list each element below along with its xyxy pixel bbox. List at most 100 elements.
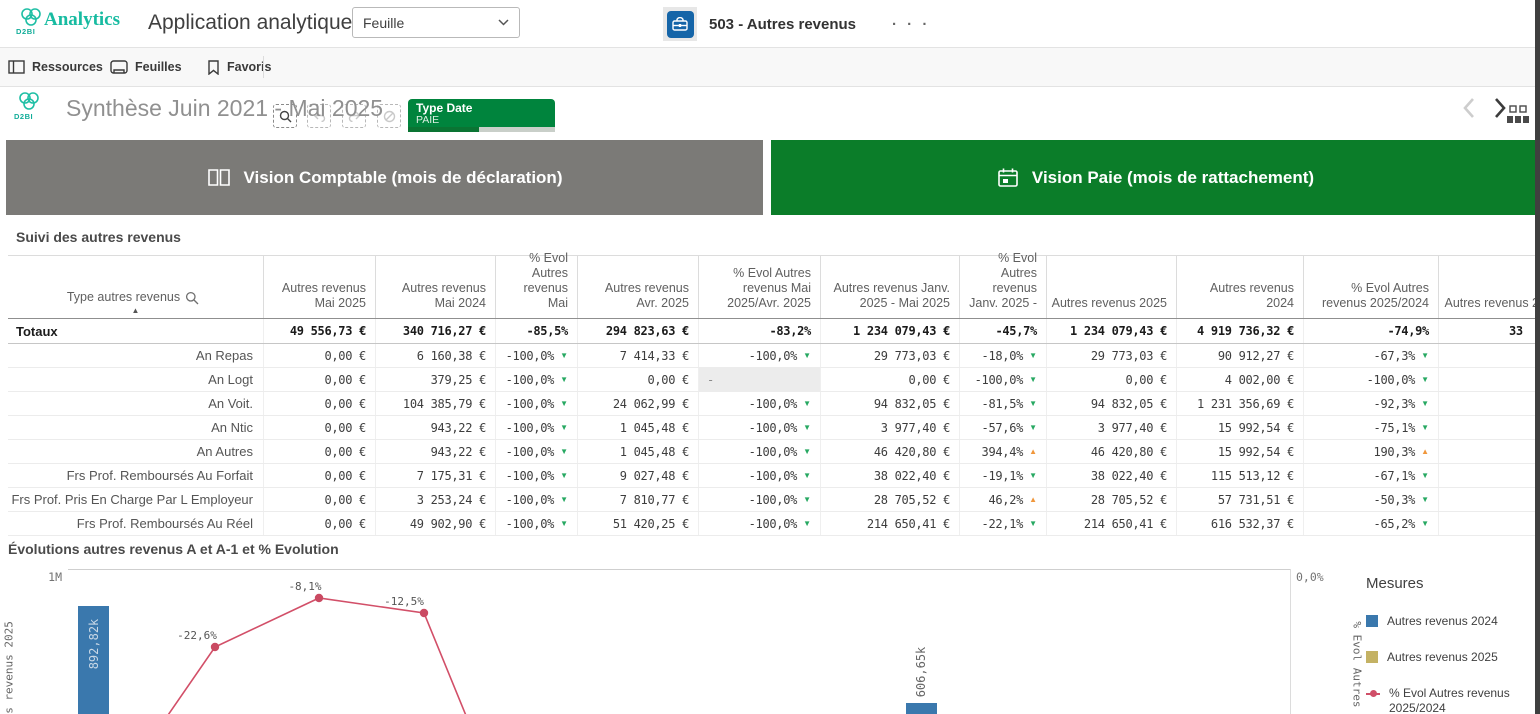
row-label[interactable]: Frs Prof. Pris En Charge Par L Employeur [8, 488, 263, 511]
table-cell[interactable]: -100,0%▼ [495, 416, 577, 439]
table-cell[interactable]: 0,00 € [577, 368, 698, 391]
table-cell[interactable]: -18,0%▼ [959, 344, 1046, 367]
table-cell[interactable]: 340 716,27 € [375, 319, 495, 343]
column-header[interactable]: % Evol Autres revenus Mai [495, 256, 577, 318]
table-cell[interactable]: 104 385,79 € [375, 392, 495, 415]
table-cell[interactable]: - [698, 368, 820, 391]
table-cell[interactable]: -100,0%▼ [698, 416, 820, 439]
table-cell[interactable]: -19,1%▼ [959, 464, 1046, 487]
table-cell[interactable]: 0,00 € [820, 368, 959, 391]
table-cell[interactable]: 15 992,54 € [1176, 416, 1303, 439]
table-cell[interactable]: -50,3%▼ [1303, 488, 1438, 511]
search-icon[interactable] [185, 291, 199, 305]
table-cell[interactable]: -57,6%▼ [959, 416, 1046, 439]
row-label[interactable]: An Repas [8, 344, 263, 367]
table-cell[interactable]: -100,0%▼ [698, 464, 820, 487]
table-cell[interactable]: -100,0%▼ [495, 464, 577, 487]
table-cell[interactable] [1438, 440, 1540, 463]
table-cell[interactable]: 9 027,48 € [577, 464, 698, 487]
table-cell[interactable]: 1 231 356,69 € [1176, 392, 1303, 415]
table-cell[interactable]: 38 022,40 € [820, 464, 959, 487]
table-cell[interactable]: 1 234 079,43 € [820, 319, 959, 343]
sheet-dropdown[interactable]: Feuille [352, 7, 520, 38]
table-cell[interactable]: -92,3%▼ [1303, 392, 1438, 415]
table-cell[interactable]: 15 992,54 € [1176, 440, 1303, 463]
column-header[interactable]: Autres revenus 2 [1438, 256, 1540, 318]
table-cell[interactable]: 7 414,33 € [577, 344, 698, 367]
table-cell[interactable]: -100,0%▼ [959, 368, 1046, 391]
table-cell[interactable]: -67,3%▼ [1303, 344, 1438, 367]
table-cell[interactable]: 4 919 736,32 € [1176, 319, 1303, 343]
table-cell[interactable]: -100,0%▼ [698, 512, 820, 535]
table-cell[interactable]: -81,5%▼ [959, 392, 1046, 415]
table-cell[interactable]: 0,00 € [263, 344, 375, 367]
sheet-overview-icon[interactable] [1506, 105, 1530, 124]
table-cell[interactable]: -100,0%▼ [698, 344, 820, 367]
table-cell[interactable]: -100,0%▼ [495, 368, 577, 391]
table-cell[interactable]: 1 234 079,43 € [1046, 319, 1176, 343]
table-cell[interactable]: -85,5% [495, 319, 577, 343]
table-cell[interactable]: 24 062,99 € [577, 392, 698, 415]
column-header[interactable]: Type autres revenus▲ [8, 256, 263, 318]
more-options-button[interactable]: · · · [892, 16, 930, 33]
column-header[interactable]: % Evol Autres revenus 2025/2024 [1303, 256, 1438, 318]
table-cell[interactable]: -100,0%▼ [1303, 368, 1438, 391]
table-cell[interactable] [1438, 392, 1540, 415]
table-cell[interactable] [1438, 488, 1540, 511]
table-cell[interactable]: 90 912,27 € [1176, 344, 1303, 367]
table-cell[interactable]: -100,0%▼ [698, 440, 820, 463]
table-cell[interactable]: 7 810,77 € [577, 488, 698, 511]
table-cell[interactable]: 943,22 € [375, 440, 495, 463]
table-cell[interactable] [1438, 368, 1540, 391]
table-cell[interactable]: 49 902,90 € [375, 512, 495, 535]
vertical-scrollbar[interactable] [1535, 0, 1540, 714]
table-cell[interactable]: 33 [1438, 319, 1540, 343]
table-cell[interactable]: -67,1%▼ [1303, 464, 1438, 487]
table-cell[interactable]: -83,2% [698, 319, 820, 343]
table-cell[interactable]: 190,3%▲ [1303, 440, 1438, 463]
table-cell[interactable]: 3 977,40 € [820, 416, 959, 439]
table-cell[interactable]: -100,0%▼ [698, 392, 820, 415]
table-cell[interactable] [1438, 464, 1540, 487]
table-cell[interactable]: 1 045,48 € [577, 416, 698, 439]
table-cell[interactable]: -45,7% [959, 319, 1046, 343]
column-header[interactable]: Autres revenus Janv. 2025 - Mai 2025 [820, 256, 959, 318]
column-header[interactable]: % Evol Autres revenus Janv. 2025 - [959, 256, 1046, 318]
table-cell[interactable]: 0,00 € [263, 368, 375, 391]
table-cell[interactable]: 3 253,24 € [375, 488, 495, 511]
column-header[interactable]: Autres revenus Avr. 2025 [577, 256, 698, 318]
table-cell[interactable]: 4 002,00 € [1176, 368, 1303, 391]
table-cell[interactable]: 379,25 € [375, 368, 495, 391]
table-cell[interactable]: -100,0%▼ [495, 344, 577, 367]
table-cell[interactable] [1438, 416, 1540, 439]
table-cell[interactable]: 115 513,12 € [1176, 464, 1303, 487]
table-cell[interactable]: 94 832,05 € [1046, 392, 1176, 415]
table-cell[interactable]: 214 650,41 € [1046, 512, 1176, 535]
table-cell[interactable]: -75,1%▼ [1303, 416, 1438, 439]
table-cell[interactable]: 0,00 € [263, 488, 375, 511]
toolbar-item-feuilles[interactable]: Feuilles [110, 48, 182, 86]
table-cell[interactable]: 6 160,38 € [375, 344, 495, 367]
table-cell[interactable]: 0,00 € [263, 512, 375, 535]
table-cell[interactable]: -100,0%▼ [495, 392, 577, 415]
table-cell[interactable]: 46 420,80 € [820, 440, 959, 463]
row-label[interactable]: An Logt [8, 368, 263, 391]
table-cell[interactable]: 0,00 € [1046, 368, 1176, 391]
row-label[interactable]: An Ntic [8, 416, 263, 439]
table-cell[interactable]: -100,0%▼ [495, 440, 577, 463]
table-cell[interactable]: 616 532,37 € [1176, 512, 1303, 535]
table-cell[interactable]: 0,00 € [263, 416, 375, 439]
table-cell[interactable]: 46 420,80 € [1046, 440, 1176, 463]
column-header[interactable]: Autres revenus 2024 [1176, 256, 1303, 318]
table-cell[interactable] [1438, 512, 1540, 535]
table-cell[interactable]: 214 650,41 € [820, 512, 959, 535]
table-cell[interactable]: 49 556,73 € [263, 319, 375, 343]
table-cell[interactable] [1438, 344, 1540, 367]
table-cell[interactable]: 3 977,40 € [1046, 416, 1176, 439]
table-cell[interactable]: 29 773,03 € [820, 344, 959, 367]
column-header[interactable]: Autres revenus Mai 2024 [375, 256, 495, 318]
column-header[interactable]: % Evol Autres revenus Mai 2025/Avr. 2025 [698, 256, 820, 318]
toolbar-item-favoris[interactable]: Favoris [207, 48, 271, 86]
table-cell[interactable]: 0,00 € [263, 464, 375, 487]
column-header[interactable]: Autres revenus 2025 [1046, 256, 1176, 318]
